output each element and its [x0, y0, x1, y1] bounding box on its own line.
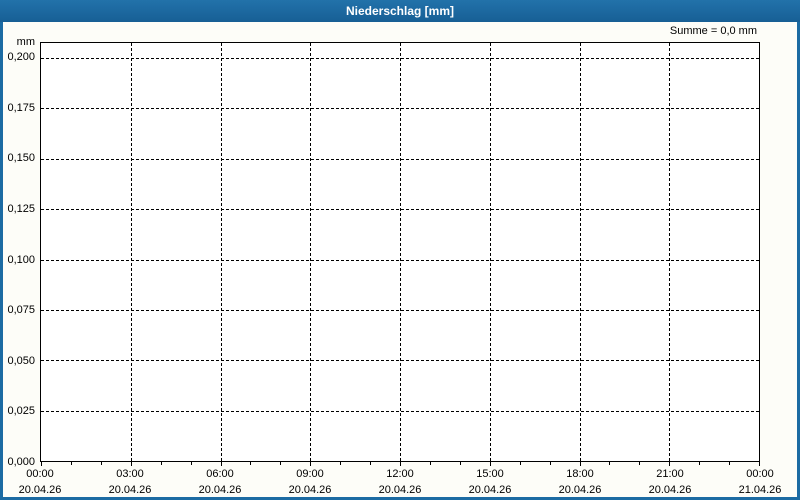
x-minor-tick	[609, 461, 611, 465]
x-time-label: 21:00	[656, 468, 684, 480]
x-date-label: 20.04.26	[648, 484, 692, 496]
x-date-label: 20.04.26	[198, 484, 242, 496]
x-date-label: 20.04.26	[108, 484, 152, 496]
y-tick-label: 0,125	[7, 202, 35, 215]
y-tick-label: 0,200	[7, 51, 35, 64]
chart-content: Summe = 0,0 mm mm 0,000 0,025 0,050 0,075 0,…	[0, 22, 800, 500]
y-tick-label: 0,025	[7, 405, 35, 418]
x-minor-tick	[699, 461, 701, 465]
x-date-label: 21.04.26	[738, 484, 782, 496]
x-date-label: 20.04.26	[18, 484, 62, 496]
x-minor-tick	[549, 461, 551, 465]
x-minor-tick	[70, 461, 72, 465]
x-minor-tick	[250, 461, 252, 465]
x-minor-tick	[639, 461, 641, 465]
y-tick-label: 0,175	[7, 101, 35, 114]
x-gridline	[400, 43, 401, 461]
x-minor-tick	[459, 461, 461, 465]
x-time-label: 18:00	[566, 468, 594, 480]
x-date-label: 20.04.26	[378, 484, 422, 496]
x-time-label: 03:00	[116, 468, 144, 480]
x-minor-tick	[160, 461, 162, 465]
x-date-label: 20.04.26	[288, 484, 332, 496]
x-minor-tick	[280, 461, 282, 465]
x-date-label: 20.04.26	[468, 484, 512, 496]
x-minor-tick	[340, 461, 342, 465]
x-time-label: 00:00	[746, 468, 774, 480]
y-axis-unit-label: mm	[16, 36, 35, 48]
y-tick-label: 0,150	[7, 152, 35, 165]
y-tick-label: 0,000	[7, 456, 35, 468]
y-tick-label: 0,100	[7, 253, 35, 266]
x-time-label: 09:00	[296, 468, 324, 480]
y-tick-label: 0,050	[7, 354, 35, 367]
chart-window: Niederschlag [mm] Summe = 0,0 mm mm 0,00…	[0, 0, 800, 500]
x-axis: 00:00 20.04.26 03:00 20.04.26 06:00 20.04.26 0…	[19, 466, 782, 498]
x-gridline	[310, 43, 312, 461]
x-gridline	[220, 43, 222, 461]
sum-annotation: Summe = 0,0 mm	[669, 25, 757, 37]
x-minor-tick	[190, 461, 192, 465]
x-gridline	[669, 43, 671, 461]
x-gridline	[130, 43, 132, 461]
x-date-label: 20.04.26	[558, 484, 602, 496]
y-tick-label: 0,075	[7, 304, 35, 317]
x-minor-tick	[729, 461, 731, 465]
x-time-label: 15:00	[476, 468, 504, 480]
x-time-label: 00:00	[26, 468, 54, 480]
plot-area	[40, 42, 760, 466]
titlebar: Niederschlag [mm]	[0, 0, 800, 22]
x-gridline	[579, 43, 581, 461]
x-time-label: 12:00	[386, 468, 414, 480]
x-minor-tick	[370, 461, 372, 465]
window-title: Niederschlag [mm]	[345, 4, 455, 18]
x-minor-tick	[100, 461, 102, 465]
y-axis: mm 0,000 0,025 0,050 0,075 0,100 0,125 0,150 0,…	[3, 36, 36, 468]
x-time-label: 06:00	[206, 468, 234, 480]
x-minor-tick	[519, 461, 521, 465]
x-gridline	[489, 43, 491, 461]
x-minor-tick	[429, 461, 431, 465]
